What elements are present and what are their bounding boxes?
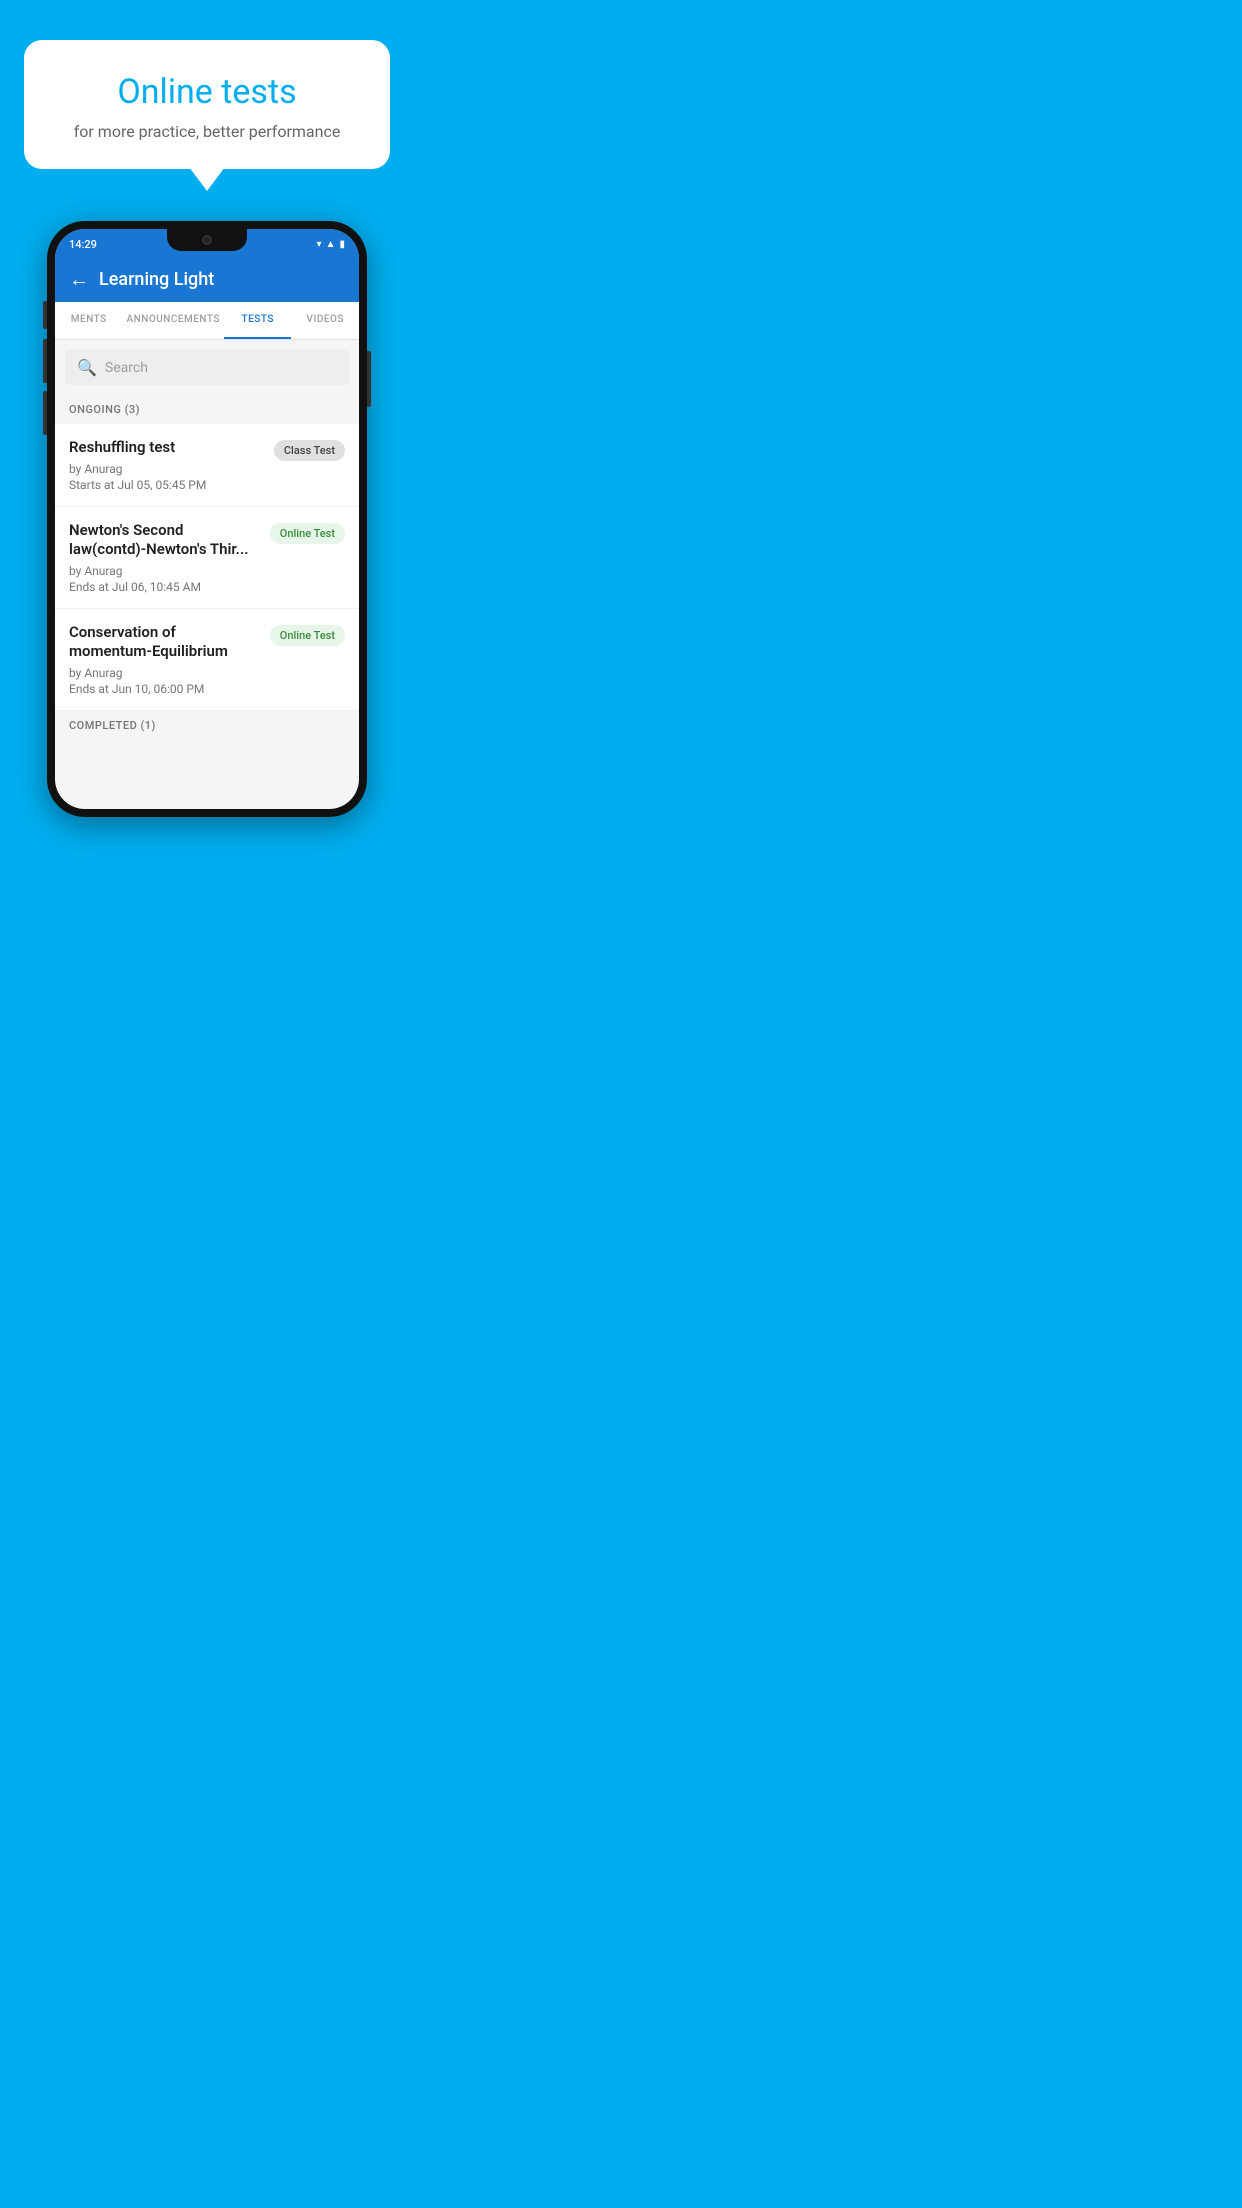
phone-device: 14:29 ▾ ▲ ▮ ← Learning Light MENTS ANNOU… [47, 221, 367, 817]
ongoing-section-header: ONGOING (3) [55, 395, 359, 424]
test-list: Reshuffling test by Anurag Starts at Jul… [55, 424, 359, 711]
phone-notch [167, 229, 247, 251]
test-item-1-content: Reshuffling test by Anurag Starts at Jul… [69, 438, 264, 492]
test-time-2: Ends at Jul 06, 10:45 AM [69, 580, 260, 594]
speech-bubble: Online tests for more practice, better p… [24, 40, 390, 169]
volume-btn-2 [43, 339, 47, 383]
test-by-3: by Anurag [69, 666, 260, 680]
test-item-3[interactable]: Conservation of momentum-Equilibrium by … [55, 609, 359, 711]
status-icons: ▾ ▲ ▮ [317, 239, 345, 250]
badge-online-test-3: Online Test [270, 625, 345, 646]
tab-ments[interactable]: MENTS [55, 302, 123, 339]
promo-subtitle: for more practice, better performance [48, 122, 366, 141]
power-btn [367, 351, 371, 407]
back-button[interactable]: ← [69, 267, 89, 292]
test-item-1[interactable]: Reshuffling test by Anurag Starts at Jul… [55, 424, 359, 507]
app-title: Learning Light [99, 269, 214, 290]
status-time: 14:29 [69, 238, 97, 251]
battery-icon: ▮ [339, 239, 345, 250]
tab-bar: MENTS ANNOUNCEMENTS TESTS VIDEOS [55, 302, 359, 340]
signal-icon: ▲ [326, 239, 336, 250]
phone-camera [202, 235, 212, 245]
tab-announcements[interactable]: ANNOUNCEMENTS [123, 302, 224, 339]
phone-body: 14:29 ▾ ▲ ▮ ← Learning Light MENTS ANNOU… [47, 221, 367, 817]
completed-section-header: COMPLETED (1) [55, 711, 359, 740]
search-input[interactable]: Search [105, 360, 148, 376]
promo-area: Online tests for more practice, better p… [0, 0, 414, 169]
wifi-icon: ▾ [317, 239, 322, 250]
test-name-2: Newton's Second law(contd)-Newton's Thir… [69, 521, 260, 560]
test-item-2-content: Newton's Second law(contd)-Newton's Thir… [69, 521, 260, 594]
tab-videos[interactable]: VIDEOS [291, 302, 359, 339]
search-icon: 🔍 [77, 358, 97, 377]
search-bar[interactable]: 🔍 Search [65, 350, 349, 385]
test-by-2: by Anurag [69, 564, 260, 578]
test-item-3-content: Conservation of momentum-Equilibrium by … [69, 623, 260, 696]
test-by-1: by Anurag [69, 462, 264, 476]
app-bar: ← Learning Light [55, 257, 359, 302]
badge-online-test-2: Online Test [270, 523, 345, 544]
promo-title: Online tests [48, 72, 366, 112]
test-item-2[interactable]: Newton's Second law(contd)-Newton's Thir… [55, 507, 359, 609]
volume-btn-3 [43, 391, 47, 435]
test-name-3: Conservation of momentum-Equilibrium [69, 623, 260, 662]
test-name-1: Reshuffling test [69, 438, 264, 458]
volume-btn-1 [43, 301, 47, 329]
badge-class-test-1: Class Test [274, 440, 345, 461]
phone-screen: 14:29 ▾ ▲ ▮ ← Learning Light MENTS ANNOU… [55, 229, 359, 809]
test-time-3: Ends at Jun 10, 06:00 PM [69, 682, 260, 696]
test-time-1: Starts at Jul 05, 05:45 PM [69, 478, 264, 492]
tab-tests[interactable]: TESTS [224, 302, 292, 339]
